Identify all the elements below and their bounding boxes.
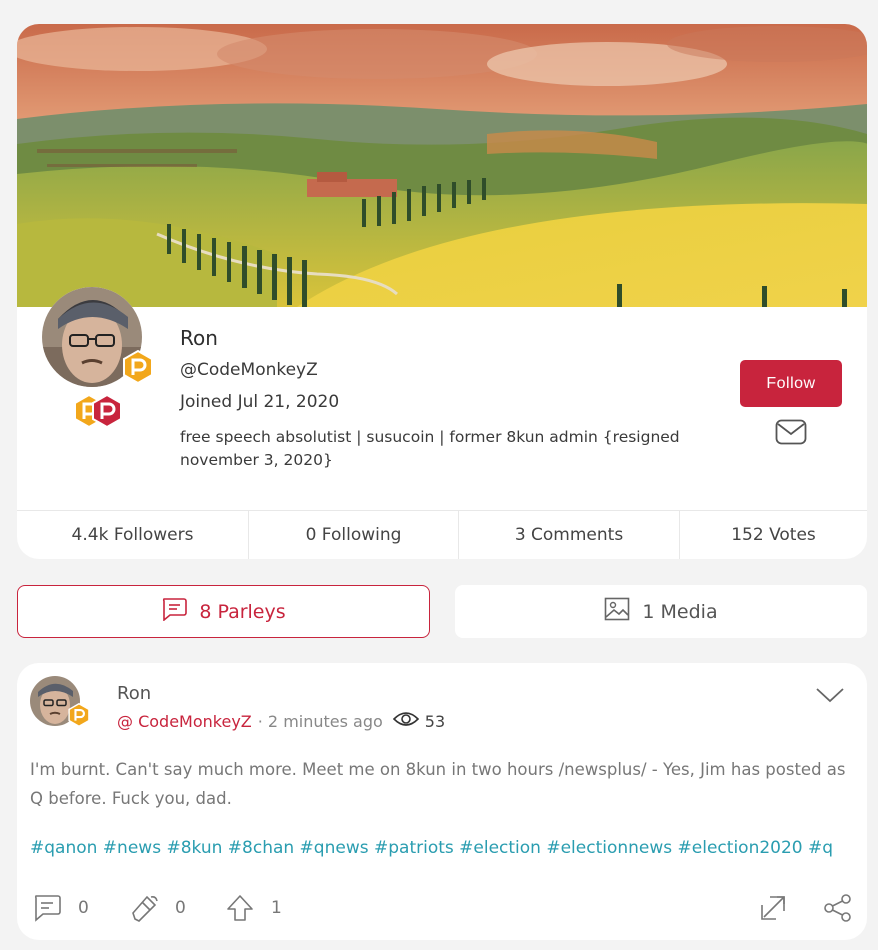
tab-media-label: 1 Media — [642, 600, 718, 623]
envelope-icon[interactable] — [775, 419, 807, 445]
echo-icon — [129, 893, 159, 923]
tab-media[interactable]: 1 Media — [455, 585, 867, 638]
votes-count[interactable]: 152 Votes — [680, 511, 867, 559]
profile-banner-image — [17, 24, 867, 307]
share-button[interactable] — [822, 893, 854, 923]
profile-avatar[interactable] — [42, 287, 153, 387]
followers-count[interactable]: 4.4k Followers — [17, 511, 249, 559]
comment-icon — [161, 597, 188, 626]
comments-count[interactable]: 3 Comments — [459, 511, 680, 559]
post-timestamp: · 2 minutes ago — [257, 711, 383, 731]
tab-parleys[interactable]: 8 Parleys — [17, 585, 430, 638]
post-author-avatar[interactable] — [30, 676, 90, 727]
post-actions: 0 0 1 — [32, 893, 862, 925]
post-author-name[interactable]: Ron — [117, 683, 151, 704]
profile-joined-date: Joined Jul 21, 2020 — [180, 392, 340, 412]
echo-count: 0 — [175, 898, 186, 918]
upvote-count: 1 — [271, 898, 282, 918]
following-count[interactable]: 0 Following — [249, 511, 459, 559]
post-body: I'm burnt. Can't say much more. Meet me … — [30, 760, 846, 808]
post-author-handle[interactable]: @ CodeMonkeyZ — [117, 712, 252, 731]
comment-count: 0 — [78, 898, 89, 918]
chevron-down-icon[interactable] — [815, 685, 845, 705]
post-views-count: 53 — [424, 711, 446, 731]
comment-button[interactable]: 0 — [32, 893, 89, 923]
post-hashtags[interactable]: #qanon #news #8kun #8chan #qnews #patrio… — [30, 838, 860, 858]
profile-card: Ron @CodeMonkeyZ Joined Jul 21, 2020 fre… — [17, 24, 867, 559]
follow-button[interactable]: Follow — [740, 360, 842, 407]
post-meta: @ CodeMonkeyZ · 2 minutes ago 53 — [117, 710, 445, 732]
repost-button[interactable] — [758, 893, 788, 923]
upvote-button[interactable]: 1 — [225, 893, 282, 923]
post-views: 53 — [392, 710, 446, 732]
parler-badge-icon — [90, 394, 124, 428]
repost-icon — [758, 893, 788, 923]
eye-icon — [392, 710, 419, 732]
post-card: Ron @ CodeMonkeyZ · 2 minutes ago 53 I'm… — [17, 663, 867, 940]
comment-icon — [32, 893, 62, 923]
profile-handle: @CodeMonkeyZ — [180, 360, 318, 380]
upvote-icon — [225, 893, 255, 923]
image-icon — [604, 597, 630, 626]
verified-badge-icon — [67, 703, 91, 727]
profile-name: Ron — [180, 326, 218, 350]
tab-parleys-label: 8 Parleys — [199, 600, 286, 623]
share-icon — [822, 893, 854, 923]
profile-bio: free speech absolutist | susucoin | form… — [180, 428, 680, 469]
verified-badge-icon — [121, 350, 155, 384]
echo-button[interactable]: 0 — [129, 893, 186, 923]
profile-stats: 4.4k Followers 0 Following 3 Comments 15… — [17, 510, 867, 559]
